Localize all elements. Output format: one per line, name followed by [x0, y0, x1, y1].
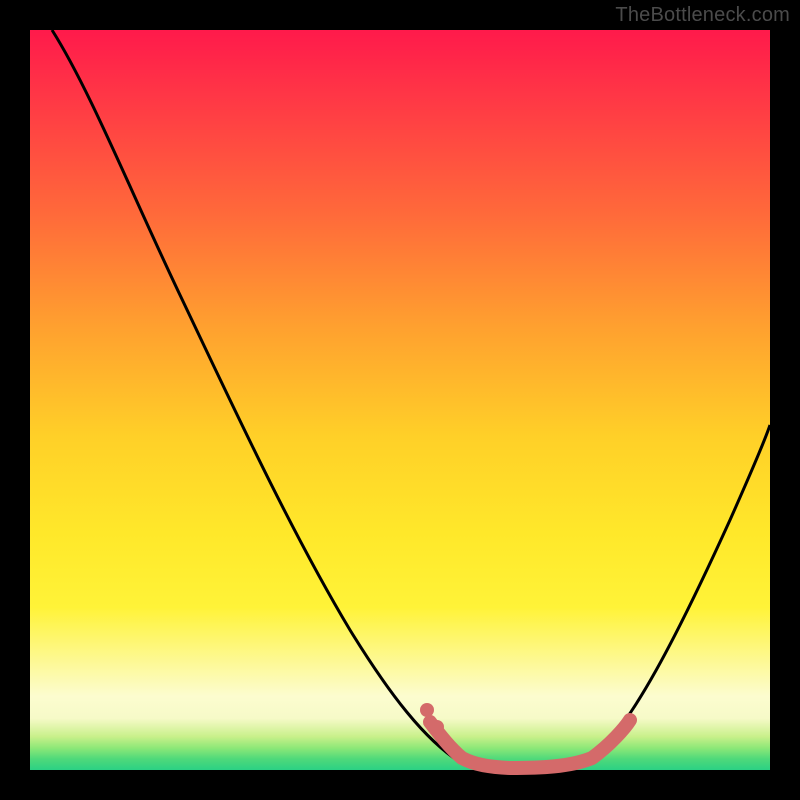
marker-dot: [430, 720, 444, 734]
marker-dot: [420, 703, 434, 717]
bottleneck-curve: [52, 30, 770, 767]
optimal-range-highlight: [430, 720, 630, 768]
chart-frame: TheBottleneck.com: [0, 0, 800, 800]
watermark-text: TheBottleneck.com: [615, 4, 790, 27]
chart-overlay: [30, 30, 770, 770]
